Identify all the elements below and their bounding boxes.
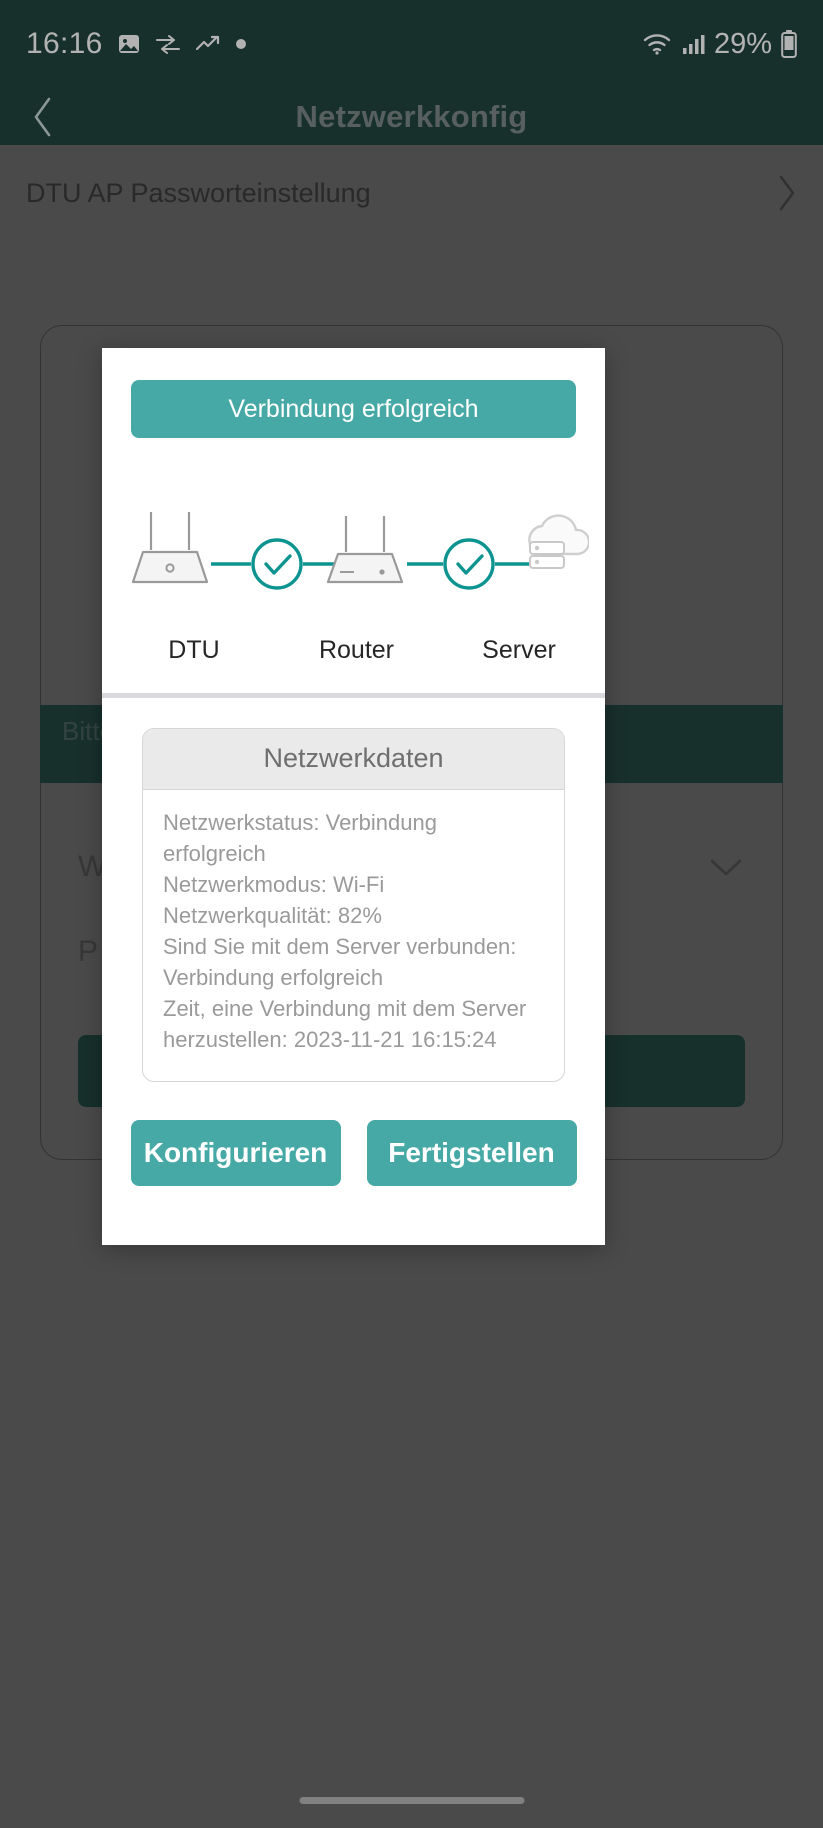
cloud-server-icon xyxy=(527,514,589,569)
network-data-panel: Netzwerkdaten Netzwerkstatus: Verbindung… xyxy=(142,728,565,1082)
router-device-icon xyxy=(326,516,403,584)
finish-button[interactable]: Fertigstellen xyxy=(366,1120,577,1186)
section-divider xyxy=(102,693,605,698)
network-data-line: Netzwerkstatus: Verbindung erfolgreich xyxy=(163,810,444,866)
network-data-line: Sind Sie mit dem Server verbunden: xyxy=(163,934,517,959)
router-device-icon xyxy=(131,512,208,584)
configure-button[interactable]: Konfigurieren xyxy=(130,1120,341,1186)
check-circle-icon xyxy=(442,538,495,590)
connection-status-banner: Verbindung erfolgreich xyxy=(131,380,576,438)
connection-result-dialog: Verbindung erfolgreich DTU Router Server… xyxy=(102,348,605,1245)
dialog-actions: Konfigurieren Fertigstellen xyxy=(102,1120,605,1186)
network-data-body: Netzwerkstatus: Verbindung erfolgreich N… xyxy=(143,790,564,1081)
chevron-left-icon[interactable] xyxy=(30,95,56,139)
network-data-line: Zeit, eine Verbindung mit dem Server xyxy=(163,996,527,1021)
network-data-line: Netzwerkmodus: Wi-Fi xyxy=(163,872,385,897)
network-data-line: Verbindung erfolgreich xyxy=(163,965,384,990)
network-topology-svg xyxy=(131,512,589,590)
network-data-title: Netzwerkdaten xyxy=(143,729,564,790)
network-data-line: Netzwerkqualität: 82% xyxy=(163,903,382,928)
network-topology-diagram xyxy=(102,494,605,644)
network-data-line: herzustellen: 2023-11-21 16:15:24 xyxy=(163,1027,497,1052)
check-circle-icon xyxy=(250,538,303,590)
